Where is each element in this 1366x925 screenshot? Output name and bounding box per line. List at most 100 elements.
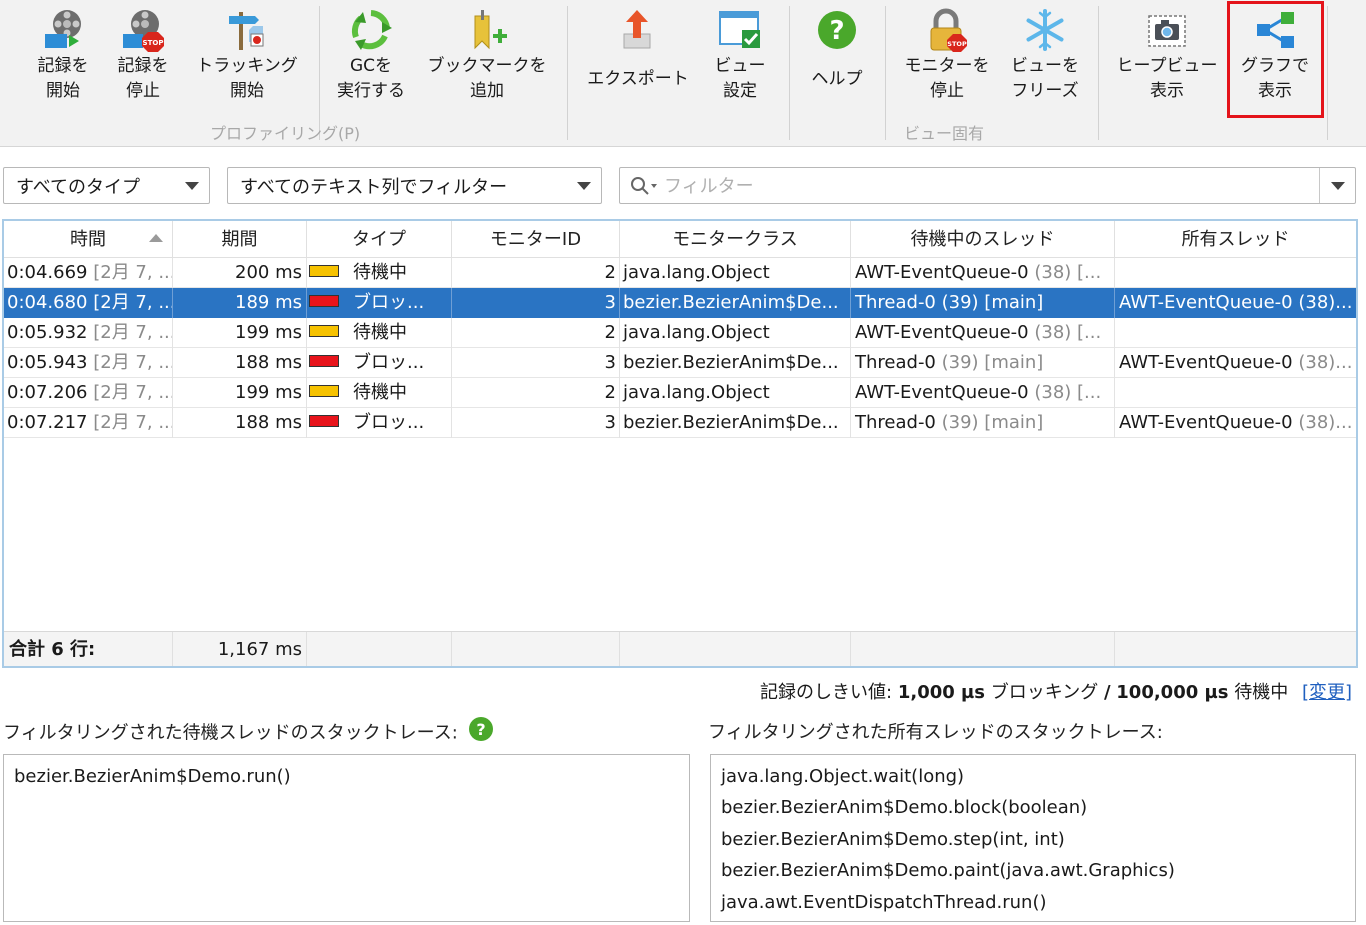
monitor-id-cell: 2 bbox=[452, 258, 620, 288]
table-row[interactable]: 0:05.932 [2月 7, ... 199 ms 待機中 2 java.lang.O… bbox=[4, 318, 1356, 348]
monitor-id-cell: 3 bbox=[452, 288, 620, 318]
monitor-id-cell: 2 bbox=[452, 318, 620, 348]
monitor-class-cell: java.lang.Object bbox=[620, 258, 851, 288]
toolbar-separator bbox=[885, 6, 886, 140]
type-color-swatch bbox=[309, 325, 339, 337]
time-value: 0:05.932 bbox=[7, 322, 88, 343]
type-color-swatch bbox=[309, 265, 339, 277]
column-header-monitor-class[interactable]: モニタークラス bbox=[620, 221, 851, 258]
type-cell: 待機中 bbox=[307, 258, 452, 288]
time-date: [2月 7, ... bbox=[93, 352, 173, 373]
threshold-label: 記録のしきい値: bbox=[760, 682, 893, 703]
view-settings-button[interactable]: ビュー 設定 bbox=[703, 6, 777, 112]
time-date: [2月 7, ... bbox=[93, 382, 173, 403]
table-row[interactable]: 0:04.669 [2月 7, ... 200 ms 待機中 2 java.lang.O… bbox=[4, 258, 1356, 288]
svg-text:?: ? bbox=[829, 16, 844, 46]
stack-frame[interactable]: bezier.BezierAnim$Demo.block(boolean) bbox=[721, 792, 1345, 823]
column-header-duration[interactable]: 期間 bbox=[173, 221, 307, 258]
start-recording-label: 記録を bbox=[37, 56, 89, 76]
stop-recording-button[interactable]: STOP 記録を 停止 bbox=[108, 6, 178, 112]
waiting-thread-name: AWT-EventQueue-0 bbox=[855, 322, 1029, 343]
stack-frame[interactable]: java.lang.Object.wait(long) bbox=[721, 761, 1345, 792]
type-color-swatch bbox=[309, 415, 339, 427]
monitor-class-cell: bezier.BezierAnim$De... bbox=[620, 348, 851, 378]
recording-threshold: 記録のしきい値: 1,000 µs ブロッキング / 100,000 µs 待機… bbox=[760, 678, 1352, 704]
bookmark-add-icon bbox=[465, 6, 509, 54]
owning-thread-cell bbox=[1115, 378, 1356, 408]
freeze-view-button[interactable]: ビューを フリーズ bbox=[1004, 6, 1086, 112]
view-settings-check-icon bbox=[718, 6, 762, 54]
column-header-time[interactable]: 時間 bbox=[4, 221, 173, 258]
run-gc-button[interactable]: GCを 実行する bbox=[331, 6, 411, 112]
owning-thread-detail: (38)... bbox=[1298, 412, 1353, 433]
table-row[interactable]: 0:04.680 [2月 7, ... 189 ms ブロッ... 3 bezier.B… bbox=[4, 288, 1356, 318]
type-cell: 待機中 bbox=[307, 318, 452, 348]
owning-thread-detail: (38)... bbox=[1298, 292, 1353, 313]
type-cell: ブロッ... bbox=[307, 288, 452, 318]
start-tracking-button[interactable]: トラッキング 開始 bbox=[190, 6, 304, 112]
text-column-filter-select[interactable]: すべてのテキスト列でフィルター bbox=[227, 167, 602, 204]
duration-cell: 188 ms bbox=[173, 348, 307, 378]
threshold-separator: / bbox=[1103, 682, 1111, 703]
table-header: 時間 期間 タイプ モニターID モニタークラス 待機中のスレッド 所有スレッド bbox=[4, 221, 1356, 258]
text-column-filter-value: すべてのテキスト列でフィルター bbox=[240, 176, 508, 198]
owning-thread-cell: AWT-EventQueue-0 (38)... bbox=[1115, 288, 1356, 318]
waiting-thread-name: Thread-0 bbox=[855, 292, 936, 313]
column-header-monitor-id[interactable]: モニターID bbox=[452, 221, 620, 258]
export-button[interactable]: エクスポート bbox=[583, 6, 693, 112]
waiting-thread-name: AWT-EventQueue-0 bbox=[855, 382, 1029, 403]
waiting-stack-label: フィルタリングされた待機スレッドのスタックトレース: ? bbox=[3, 716, 494, 749]
help-question-icon: ? bbox=[815, 6, 859, 54]
type-cell: 待機中 bbox=[307, 378, 452, 408]
film-reel-stop-icon: STOP bbox=[121, 6, 165, 54]
sort-ascending-icon bbox=[149, 234, 163, 242]
run-gc-label-2: 実行する bbox=[337, 81, 405, 101]
search-history-dropdown[interactable] bbox=[1319, 168, 1355, 203]
table-row[interactable]: 0:07.206 [2月 7, ... 199 ms 待機中 2 java.lang.O… bbox=[4, 378, 1356, 408]
add-bookmark-button[interactable]: ブックマークを 追加 bbox=[422, 6, 552, 112]
column-header-waiting-thread[interactable]: 待機中のスレッド bbox=[851, 221, 1115, 258]
stack-frame[interactable]: java.awt.EventDispatchThread.run() bbox=[721, 887, 1345, 918]
type-filter-select[interactable]: すべてのタイプ bbox=[3, 167, 210, 204]
type-cell: ブロッ... bbox=[307, 408, 452, 438]
stop-monitors-button[interactable]: STOP モニターを 停止 bbox=[898, 6, 996, 112]
change-threshold-link[interactable]: [変更] bbox=[1302, 682, 1352, 703]
type-value: ブロッ... bbox=[353, 412, 425, 433]
stack-frame[interactable]: bezier.BezierAnim$Demo.step(int, int) bbox=[721, 824, 1345, 855]
monitor-id-cell: 3 bbox=[452, 348, 620, 378]
show-heap-view-label: ヒープビュー bbox=[1116, 56, 1218, 76]
stack-frame[interactable]: bezier.BezierAnim$Demo.paint(java.awt.Gr… bbox=[721, 855, 1345, 886]
owning-stack-label: フィルタリングされた所有スレッドのスタックトレース: bbox=[708, 722, 1163, 743]
table-row[interactable]: 0:07.217 [2月 7, ... 188 ms ブロッ... 3 bezier.B… bbox=[4, 408, 1356, 438]
toolbar-separator bbox=[1327, 6, 1328, 140]
waiting-thread-detail: (39) [main] bbox=[941, 412, 1044, 433]
column-header-owning-thread[interactable]: 所有スレッド bbox=[1115, 221, 1356, 258]
column-header-type[interactable]: タイプ bbox=[307, 221, 452, 258]
type-value: 待機中 bbox=[353, 322, 407, 343]
waiting-threshold-value: 100,000 µs bbox=[1116, 682, 1229, 703]
stop-monitors-label-2: 停止 bbox=[930, 81, 964, 101]
show-heap-view-button[interactable]: ヒープビュー 表示 bbox=[1110, 6, 1224, 112]
waiting-thread-detail: (38) [... bbox=[1034, 262, 1102, 283]
chevron-down-icon bbox=[1331, 182, 1345, 190]
monitor-id-cell: 3 bbox=[452, 408, 620, 438]
time-date: [2月 7, ... bbox=[93, 262, 173, 283]
start-recording-button[interactable]: 記録を 開始 bbox=[28, 6, 98, 112]
stack-frame[interactable]: bezier.BezierAnim$Demo.run() bbox=[14, 761, 679, 792]
monitor-events-table: 時間 期間 タイプ モニターID モニタークラス 待機中のスレッド 所有スレッド… bbox=[2, 219, 1358, 668]
waiting-thread-cell: AWT-EventQueue-0 (38) [... bbox=[851, 378, 1115, 408]
blocking-threshold-label: ブロッキング bbox=[990, 682, 1099, 703]
time-cell: 0:04.669 [2月 7, ... bbox=[4, 258, 173, 288]
start-tracking-label-2: 開始 bbox=[230, 81, 264, 101]
help-question-icon[interactable]: ? bbox=[468, 716, 494, 747]
owning-thread-cell bbox=[1115, 258, 1356, 288]
blocking-threshold-value: 1,000 µs bbox=[897, 682, 986, 703]
table-row[interactable]: 0:05.943 [2月 7, ... 188 ms ブロッ... 3 bezier.B… bbox=[4, 348, 1356, 378]
type-filter-value: すべてのタイプ bbox=[16, 176, 141, 198]
help-button[interactable]: ? ヘルプ bbox=[802, 6, 872, 112]
footer-cell bbox=[307, 632, 452, 666]
time-value: 0:04.680 bbox=[7, 292, 88, 313]
table-footer: 合計 6 行: 1,167 ms bbox=[4, 631, 1356, 666]
type-color-swatch bbox=[309, 295, 339, 307]
search-input[interactable] bbox=[664, 172, 1284, 200]
